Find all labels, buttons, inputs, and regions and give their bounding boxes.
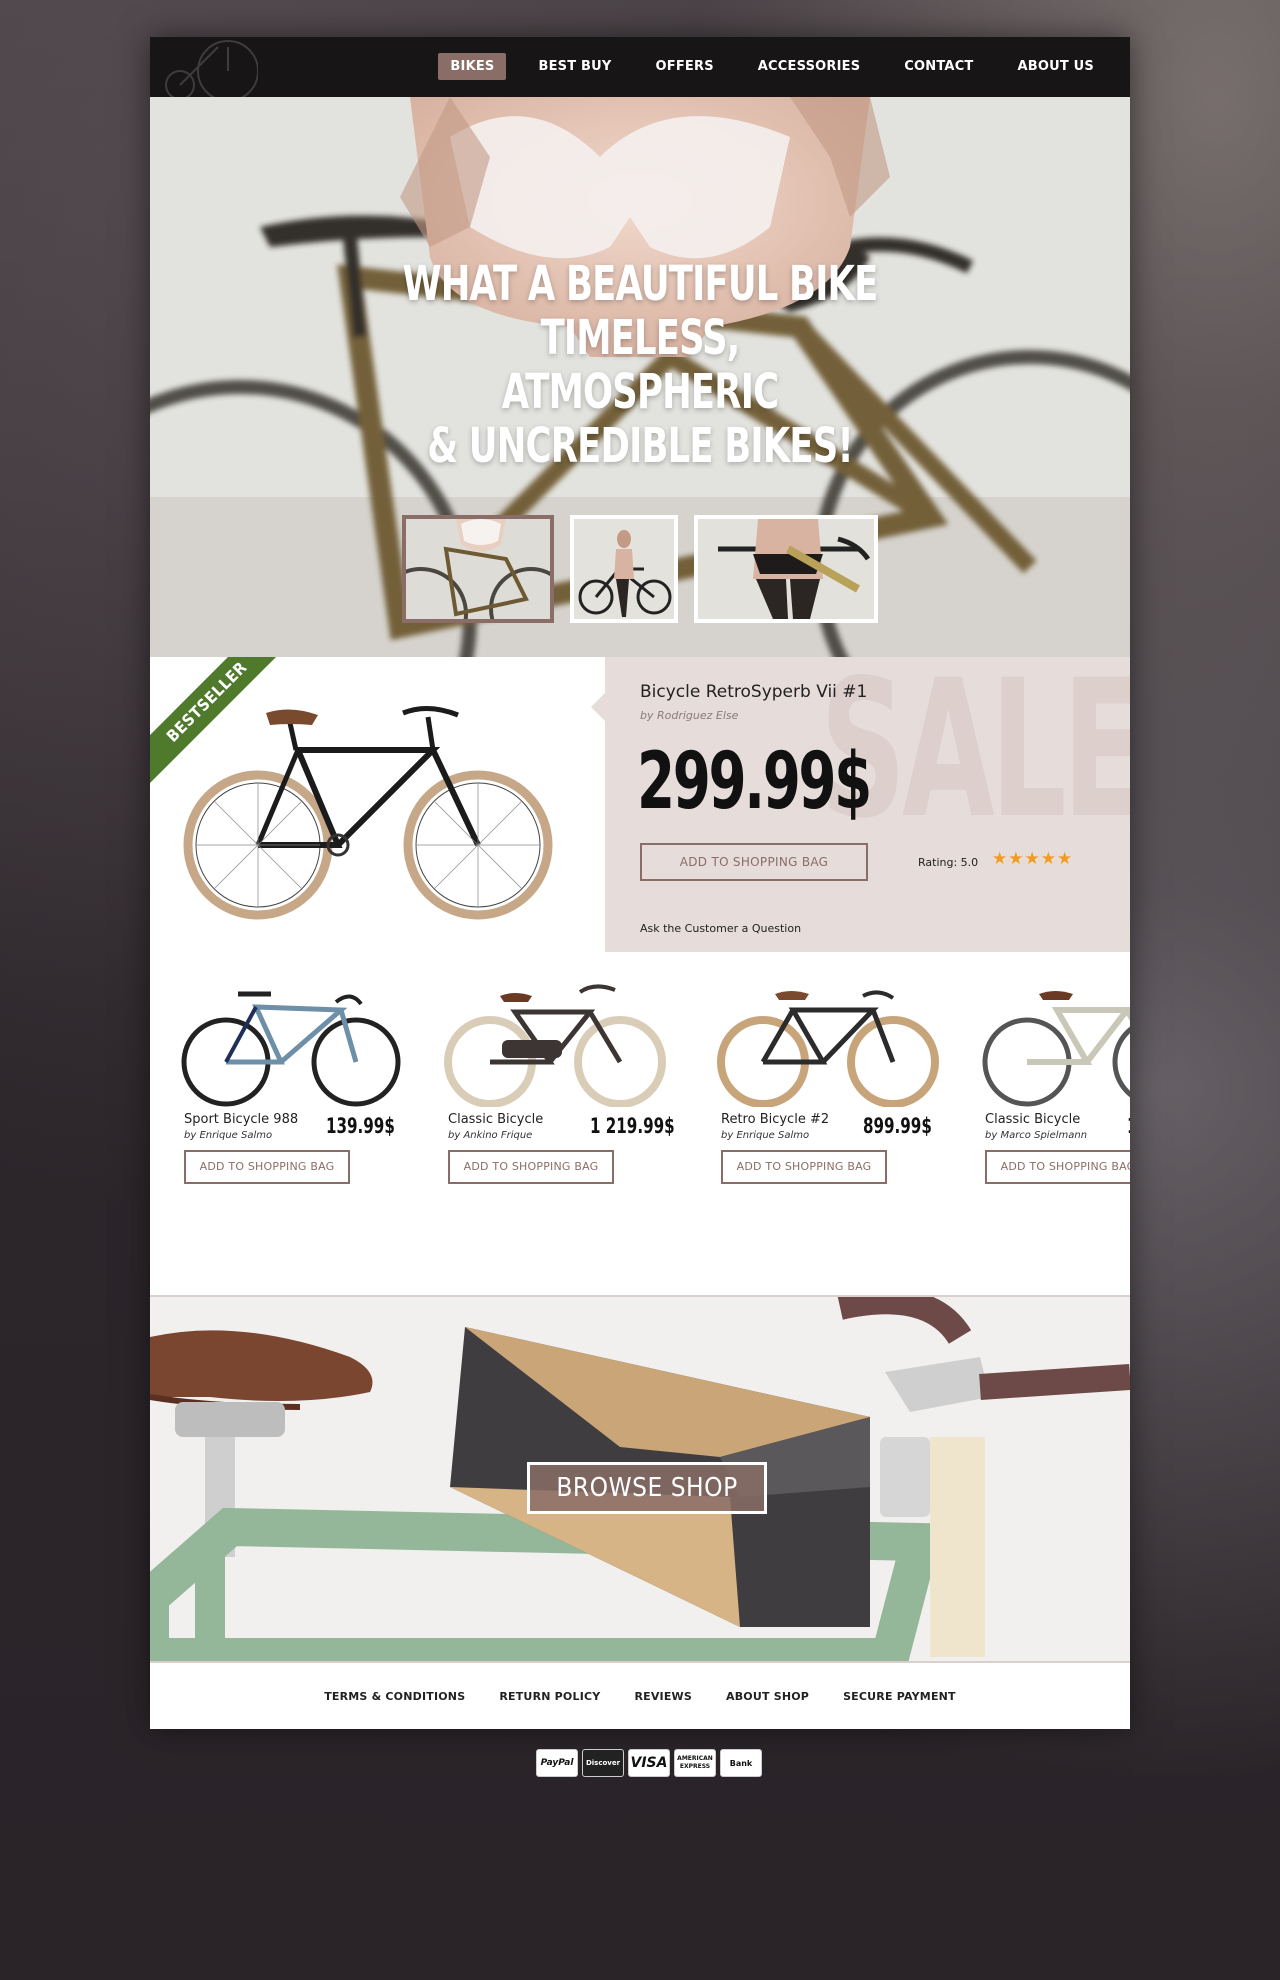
ask-question-link[interactable]: Ask the Customer a Question (640, 922, 801, 935)
footer-links: TERMS & CONDITIONS RETURN POLICY REVIEWS… (150, 1663, 1130, 1729)
product-card: Retro Bicycle #2 by Enrique Salmo 899.99… (713, 982, 953, 1184)
payment-methods: PayPal Discover VISA AMERICAN EXPRESS Ba… (536, 1749, 762, 1777)
add-to-shopping-bag-button[interactable]: ADD TO SHOPPING BAG (985, 1150, 1130, 1184)
nav-item-accessories[interactable]: ACCESSORIES (746, 53, 873, 80)
footer-link-reviews[interactable]: REVIEWS (634, 1690, 692, 1703)
sale-panel: SALE Bicycle RetroSyperb Vii #1 by Rodri… (605, 657, 1130, 952)
nav-item-contact[interactable]: CONTACT (892, 53, 985, 80)
product-title: Classic Bicycle (985, 1112, 1081, 1127)
discover-card-icon: Discover (582, 1749, 624, 1777)
hero-line-1: WHAT A BEAUTIFUL BIKE (402, 256, 878, 312)
nav-menu: BIKES BEST BUY OFFERS ACCESSORIES CONTAC… (418, 53, 1106, 80)
product-price: 139.99$ (326, 1114, 395, 1138)
product-title: Retro Bicycle #2 (721, 1112, 830, 1127)
product-price: 899.99$ (863, 1114, 932, 1138)
hero-thumbnail-2[interactable] (570, 515, 678, 623)
add-to-shopping-bag-button[interactable]: ADD TO SHOPPING BAG (721, 1150, 887, 1184)
hero-line-2: TIMELESS, ATMOSPHERIC (501, 310, 779, 420)
product-author: by Enrique Salmo (184, 1130, 273, 1141)
hero-heading: WHAT A BEAUTIFUL BIKE TIMELESS, ATMOSPHE… (402, 257, 878, 473)
product-image[interactable] (176, 982, 406, 1107)
footer-link-secure-payment[interactable]: SECURE PAYMENT (843, 1690, 956, 1703)
paypal-icon: PayPal (536, 1749, 578, 1777)
product-list: Sport Bicycle 988 by Enrique Salmo 139.9… (150, 952, 1130, 1297)
add-to-shopping-bag-button[interactable]: ADD TO SHOPPING BAG (640, 843, 868, 881)
browse-shop-button[interactable]: BROWSE SHOP (527, 1462, 767, 1514)
product-image[interactable] (713, 982, 943, 1108)
product-card: Sport Bicycle 988 by Enrique Salmo 139.9… (176, 982, 416, 1184)
product-author: by Marco Spielmann (985, 1130, 1088, 1141)
top-nav: BIKES BEST BUY OFFERS ACCESSORIES CONTAC… (150, 37, 1130, 97)
nav-item-best-buy[interactable]: BEST BUY (526, 53, 623, 80)
product-price: 1 219.99$ (590, 1114, 675, 1138)
product-image[interactable] (977, 982, 1130, 1107)
rating-stars-icon: ★★★★★ (992, 849, 1074, 869)
product-title: Classic Bicycle (448, 1112, 544, 1127)
product-card: Classic Bicycle by Marco Spielmann 1 2 A… (977, 982, 1130, 1184)
featured-bike-image[interactable] (178, 695, 558, 925)
product-title: Sport Bicycle 988 (184, 1112, 299, 1127)
nav-item-bikes[interactable]: BIKES (438, 53, 507, 80)
featured-product-title: Bicycle RetroSyperb Vii #1 (640, 682, 868, 702)
hero-thumbnail-3[interactable] (694, 515, 878, 623)
hero-thumbnail-1[interactable] (402, 515, 554, 623)
amex-icon: AMERICAN EXPRESS (674, 1749, 716, 1777)
visa-icon: VISA (628, 1749, 670, 1777)
hero-thumbnails (402, 515, 878, 623)
product-image[interactable] (440, 982, 670, 1108)
bank-transfer-icon: Bank (720, 1749, 762, 1777)
add-to-shopping-bag-button[interactable]: ADD TO SHOPPING BAG (184, 1150, 350, 1184)
product-author: by Ankino Frique (448, 1130, 533, 1141)
nav-item-about-us[interactable]: ABOUT US (1006, 53, 1107, 80)
rating-label: Rating: 5.0 (918, 856, 979, 869)
logo-icon (165, 40, 258, 97)
featured-product: BESTSELLER SALE Bicycle RetroSyperb Vii … (150, 657, 1130, 952)
nav-item-offers[interactable]: OFFERS (644, 53, 726, 80)
browse-banner: BROWSE SHOP (150, 1295, 1130, 1663)
product-author: by Enrique Salmo (721, 1130, 810, 1141)
add-to-shopping-bag-button[interactable]: ADD TO SHOPPING BAG (448, 1150, 614, 1184)
footer-link-terms[interactable]: TERMS & CONDITIONS (324, 1690, 465, 1703)
hero-banner: WHAT A BEAUTIFUL BIKE TIMELESS, ATMOSPHE… (150, 97, 1130, 657)
featured-product-price: 299.99$ (637, 737, 872, 827)
product-price: 1 2 (1127, 1114, 1130, 1138)
footer-link-return-policy[interactable]: RETURN POLICY (499, 1690, 600, 1703)
sale-panel-pointer (591, 693, 605, 721)
footer-link-about-shop[interactable]: ABOUT SHOP (726, 1690, 809, 1703)
footer: TERMS & CONDITIONS RETURN POLICY REVIEWS… (150, 1663, 1130, 1729)
hero-line-3: & UNCREDIBLE BIKES! (427, 418, 853, 474)
page-container: BIKES BEST BUY OFFERS ACCESSORIES CONTAC… (150, 37, 1130, 1729)
product-card: Classic Bicycle by Ankino Frique 1 219.9… (440, 982, 680, 1184)
featured-product-author: by Rodriguez Else (640, 709, 739, 722)
